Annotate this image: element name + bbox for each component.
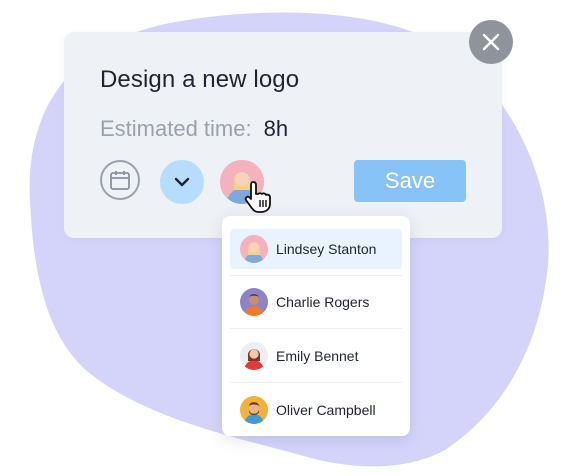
assignee-name: Charlie Rogers (276, 294, 370, 310)
chevron-down-icon (174, 177, 190, 187)
close-icon (482, 33, 500, 51)
assignee-dropdown: Lindsey Stanton Charlie Rogers Emily Ben… (222, 216, 410, 436)
divider (230, 328, 402, 329)
save-button[interactable]: Save (354, 160, 466, 202)
avatar (240, 396, 268, 424)
assignee-option-emily-bennet[interactable]: Emily Bennet (230, 336, 402, 376)
assignee-option-charlie-rogers[interactable]: Charlie Rogers (230, 282, 402, 322)
estimate-label: Estimated time: (100, 116, 252, 141)
divider (230, 275, 402, 276)
avatar (240, 342, 268, 370)
avatar (240, 235, 268, 263)
assignee-name: Lindsey Stanton (276, 241, 377, 257)
hand-cursor-icon (244, 181, 271, 213)
close-button[interactable] (469, 20, 513, 64)
estimate-row: Estimated time: 8h (100, 116, 288, 142)
assignee-name: Oliver Campbell (276, 402, 376, 418)
estimate-value: 8h (263, 116, 289, 141)
calendar-icon (110, 171, 130, 190)
assignee-option-oliver-campbell[interactable]: Oliver Campbell (230, 390, 402, 430)
calendar-button[interactable] (100, 160, 140, 200)
avatar (240, 288, 268, 316)
divider (230, 382, 402, 383)
task-card: Design a new logo Estimated time: 8h Save (64, 32, 502, 238)
task-title: Design a new logo (100, 66, 300, 93)
expand-button[interactable] (160, 160, 204, 204)
assignee-option-lindsey-stanton[interactable]: Lindsey Stanton (230, 229, 402, 269)
assignee-name: Emily Bennet (276, 348, 359, 364)
